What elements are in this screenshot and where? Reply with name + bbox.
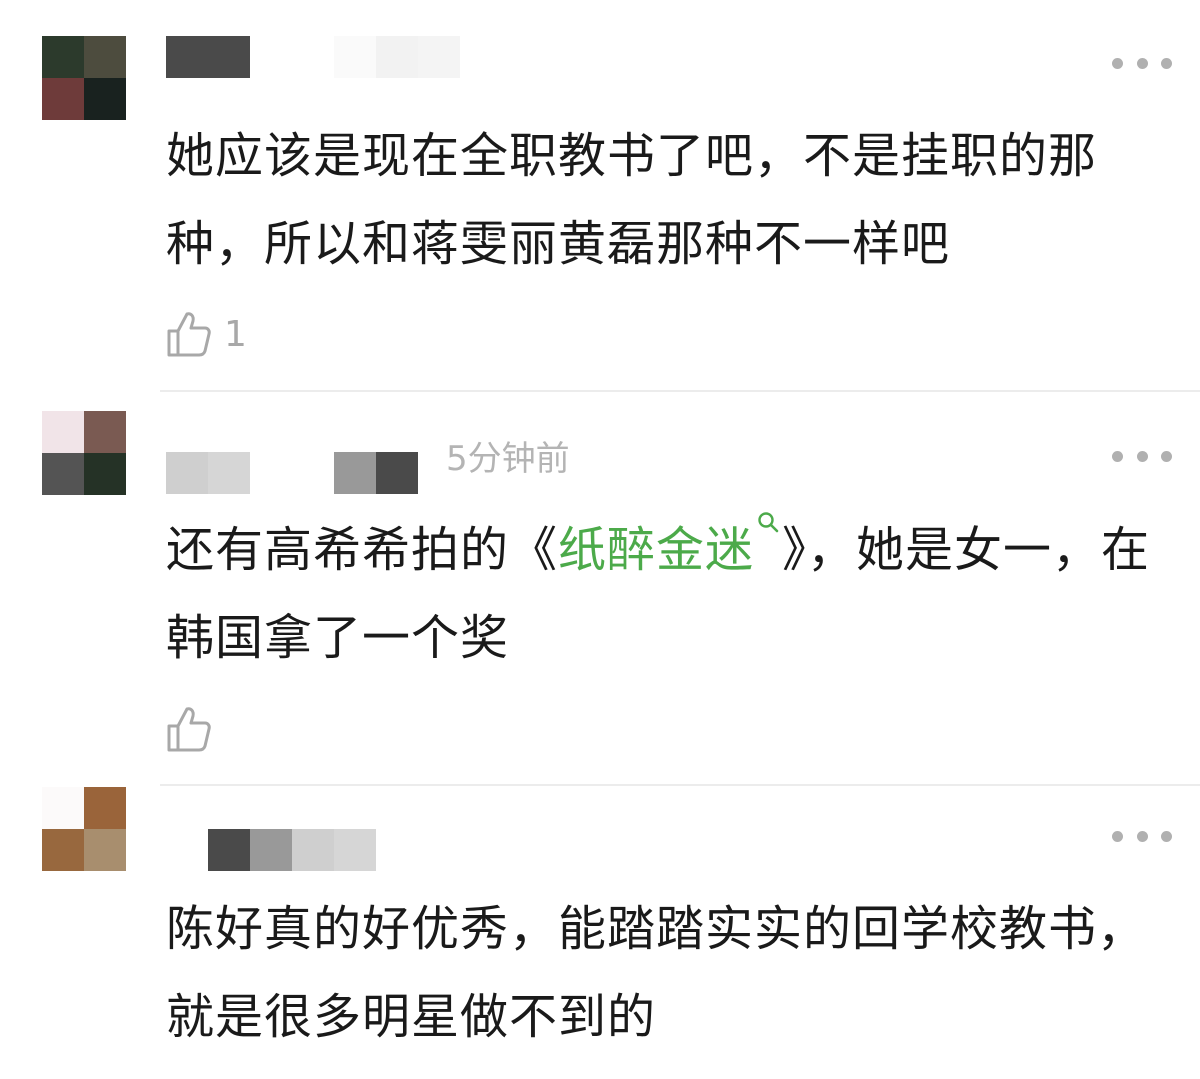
comment-text: 还有高希希拍的《纸醉金迷 》，她是女一，在韩国拿了一个奖: [166, 506, 1156, 682]
username-pixelated[interactable]: [166, 452, 418, 494]
divider: [160, 390, 1200, 392]
like-button[interactable]: [166, 701, 224, 757]
like-button[interactable]: 1: [166, 306, 247, 362]
keyword-link[interactable]: 纸醉金迷: [558, 522, 754, 578]
avatar[interactable]: [42, 411, 126, 495]
comment-time: 5分钟前: [446, 439, 570, 479]
username-pixelated[interactable]: [166, 36, 460, 78]
more-options-button[interactable]: [1112, 441, 1172, 471]
more-dots-icon: [1112, 830, 1123, 842]
more-options-button[interactable]: [1112, 48, 1172, 78]
thumbs-up-icon: [167, 312, 211, 357]
more-dots-icon: [1112, 450, 1123, 462]
comment-text: 她应该是现在全职教书了吧，不是挂职的那种，所以和蒋雯丽黄磊那种不一样吧: [166, 128, 1098, 272]
avatar[interactable]: [42, 787, 126, 871]
divider: [160, 784, 1200, 786]
username-pixelated[interactable]: [208, 829, 376, 871]
comment-text: 陈好真的好优秀，能踏踏实实的回学校教书，就是很多明星做不到的: [166, 901, 1147, 1045]
more-options-button[interactable]: [1112, 821, 1172, 851]
more-dots-icon: [1112, 57, 1123, 69]
search-icon[interactable]: [756, 510, 782, 536]
avatar[interactable]: [42, 36, 126, 120]
thumbs-up-icon: [167, 707, 211, 752]
like-count: 1: [224, 313, 247, 355]
